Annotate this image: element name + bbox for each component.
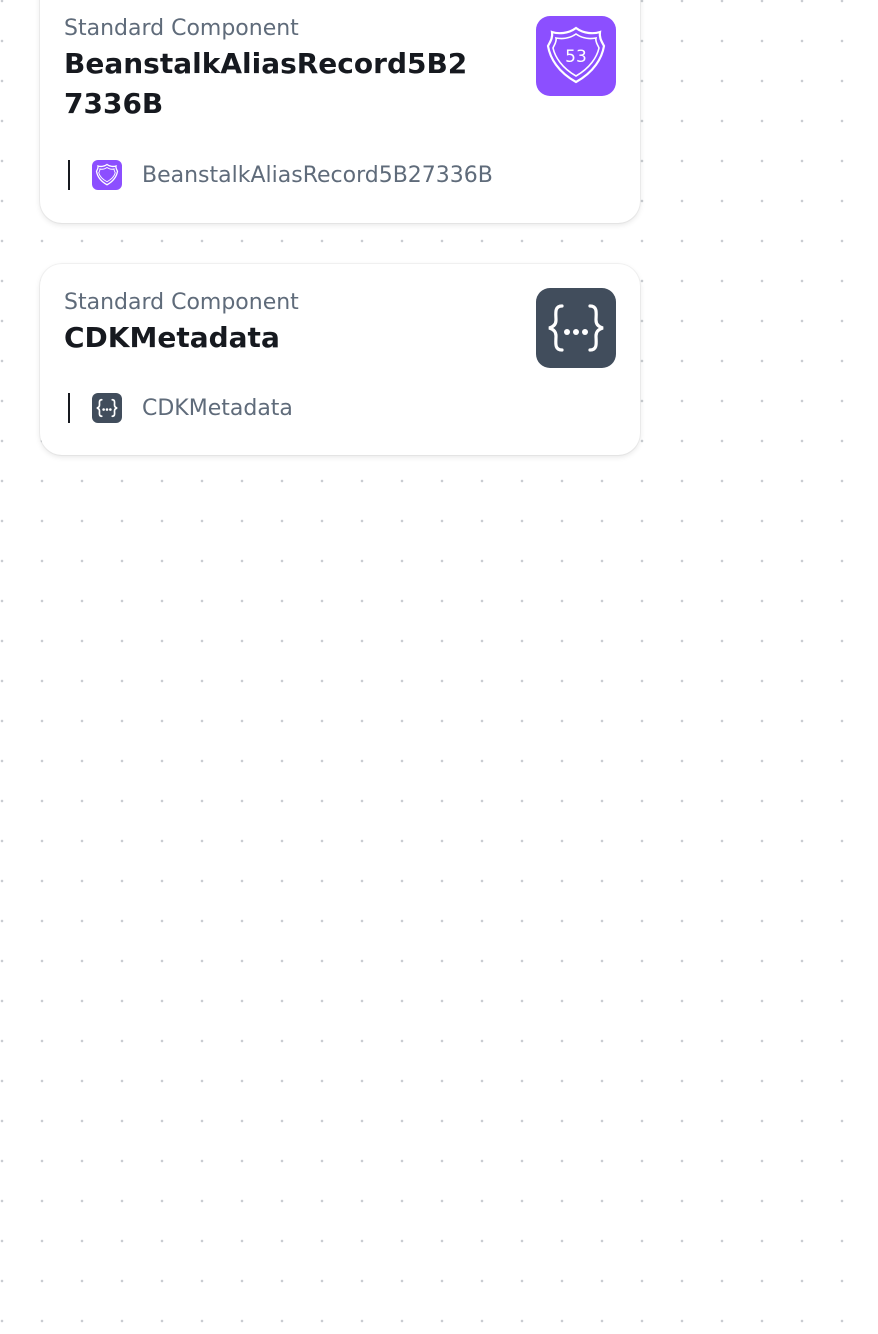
route53-icon xyxy=(92,160,122,190)
component-card-cdk-metadata[interactable]: Standard Component CDKMetadata CDKMetada… xyxy=(40,264,640,455)
component-kind: Standard Component xyxy=(64,16,299,41)
card-header: Standard Component BeanstalkAliasRecord5… xyxy=(64,14,616,124)
tree-connector xyxy=(68,393,70,423)
resource-row[interactable]: CDKMetadata xyxy=(68,392,293,424)
tree-connector xyxy=(68,160,70,190)
cdk-metadata-icon xyxy=(536,288,616,368)
component-card-beanstalk-alias-record[interactable]: Standard Component BeanstalkAliasRecord5… xyxy=(40,0,640,223)
resource-name: CDKMetadata xyxy=(142,395,293,421)
component-kind: Standard Component xyxy=(64,290,299,315)
svg-text:53: 53 xyxy=(565,47,587,67)
resource-name: BeanstalkAliasRecord5B27336B xyxy=(142,162,493,188)
cdk-metadata-icon xyxy=(92,393,122,423)
card-header: Standard Component CDKMetadata xyxy=(64,288,616,358)
component-title: BeanstalkAliasRecord5B27336B xyxy=(64,47,468,120)
route53-icon: 53 xyxy=(536,16,616,96)
component-title: CDKMetadata xyxy=(64,321,280,354)
resource-row[interactable]: BeanstalkAliasRecord5B27336B xyxy=(68,159,493,191)
